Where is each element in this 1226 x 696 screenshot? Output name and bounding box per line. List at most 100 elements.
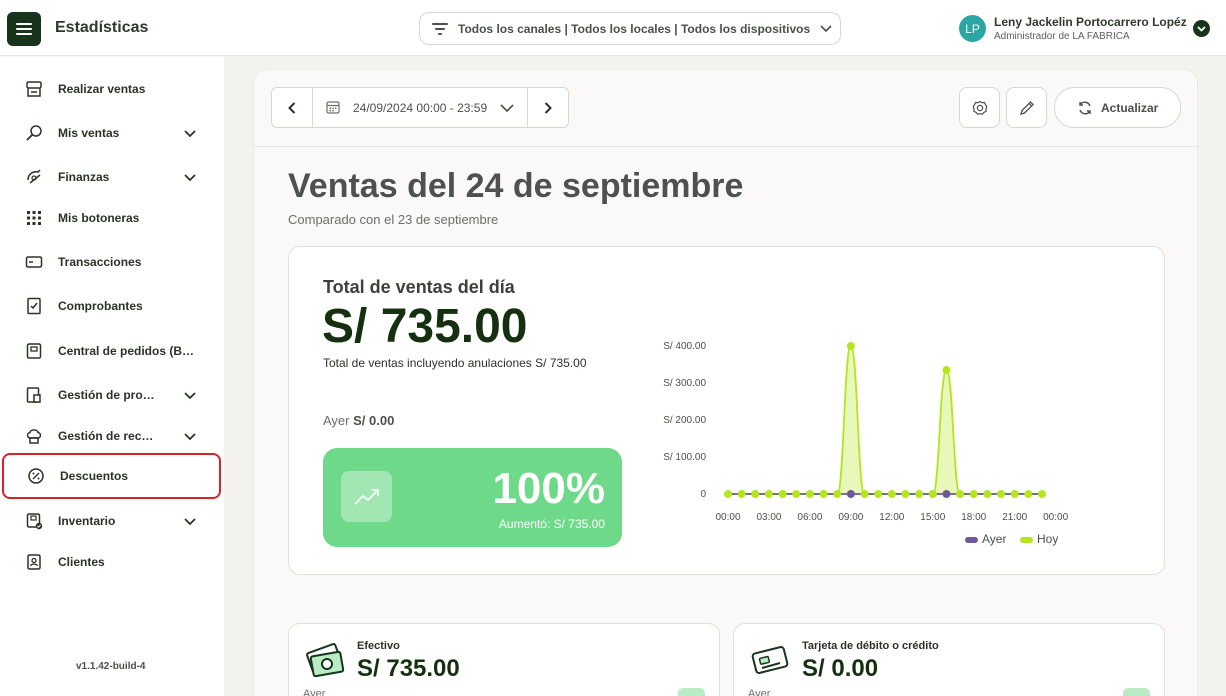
refresh-label: Actualizar bbox=[1101, 100, 1159, 115]
data-point-hoy bbox=[751, 490, 760, 498]
sidebar-item-finanzas[interactable]: Finanzas bbox=[2, 157, 221, 197]
payment-label: Tarjeta de débito o crédito bbox=[802, 640, 939, 652]
sidebar-item-central-de-pedidos[interactable]: Central de pedidos (B… bbox=[2, 331, 221, 371]
gear-icon bbox=[972, 100, 987, 115]
orders-icon bbox=[24, 341, 44, 361]
refresh-icon bbox=[1079, 101, 1091, 114]
chevron-down-icon bbox=[820, 24, 832, 32]
sidebar-item-label: Gestión de rec… bbox=[58, 429, 154, 443]
series-line-hoy bbox=[728, 345, 1042, 495]
x-tick-label: 18:00 bbox=[961, 512, 986, 523]
sidebar-item-label: Descuentos bbox=[60, 469, 129, 483]
summary-label: Total de ventas del día bbox=[323, 277, 515, 297]
trend-up-icon bbox=[341, 471, 392, 522]
sidebar-item-label: Transacciones bbox=[58, 255, 142, 269]
page-title: Ventas del 24 de septiembre bbox=[288, 167, 744, 205]
y-tick-label: S/ 100.00 bbox=[663, 452, 706, 463]
previous-day-button[interactable] bbox=[272, 88, 313, 127]
data-point-hoy bbox=[928, 490, 937, 498]
search-sales-icon bbox=[24, 123, 44, 143]
chevron-right-icon bbox=[544, 101, 552, 114]
register-icon bbox=[24, 79, 44, 99]
sidebar-item-label: Central de pedidos (B… bbox=[58, 344, 195, 358]
filter-icon bbox=[432, 22, 448, 35]
sidebar-item-label: Inventario bbox=[58, 514, 116, 528]
change-card: 100% Aumentó: S/ 735.00 bbox=[323, 448, 622, 547]
payment-value: S/ 0.00 bbox=[802, 655, 879, 682]
hourly-sales-chart: 0 S/ 100.00 S/ 200.00 S/ 300.00 S/ 400.00 00:… bbox=[663, 341, 1068, 546]
inventory-icon bbox=[24, 511, 44, 531]
x-tick-label: 21:00 bbox=[1002, 512, 1027, 523]
hamburger-icon bbox=[16, 23, 32, 35]
sidebar-item-gestion-recetas[interactable]: Gestión de rec… bbox=[2, 416, 221, 456]
sidebar-item-gestion-productos[interactable]: Gestión de pro… bbox=[2, 375, 221, 415]
data-point-hoy bbox=[860, 490, 869, 498]
sidebar-item-mis-ventas[interactable]: Mis ventas bbox=[2, 113, 221, 153]
user-name: Leny Jackelin Portocarrero Lopéz bbox=[994, 15, 1187, 29]
date-range-picker[interactable]: 24/09/2024 00:00 - 23:59 bbox=[353, 101, 487, 115]
change-amount: Aumentó: S/ 735.00 bbox=[498, 517, 605, 531]
sidebar-item-label: Clientes bbox=[58, 555, 105, 569]
change-percent: 100% bbox=[492, 464, 605, 513]
settings-button[interactable] bbox=[959, 87, 1000, 128]
yesterday-total: Ayer S/ 0.00 bbox=[323, 413, 394, 428]
data-point-hoy bbox=[764, 490, 773, 498]
x-tick-label: 15:00 bbox=[920, 512, 945, 523]
chevron-down-icon bbox=[500, 104, 514, 113]
legend-label-hoy: Hoy bbox=[1037, 532, 1058, 546]
app-title: Estadísticas bbox=[55, 19, 149, 36]
grid-icon bbox=[24, 208, 44, 228]
data-point-hoy bbox=[969, 490, 978, 498]
sidebar-item-realizar-ventas[interactable]: Realizar ventas bbox=[2, 69, 221, 109]
sidebar-item-label: Comprobantes bbox=[58, 299, 143, 313]
data-point-ayer bbox=[942, 490, 951, 498]
chef-icon bbox=[24, 426, 44, 446]
payment-card-credit: Tarjeta de débito o crédito S/ 0.00 Ayer bbox=[733, 623, 1165, 696]
clients-icon bbox=[24, 552, 44, 572]
sidebar-item-inventario[interactable]: Inventario bbox=[2, 501, 221, 541]
finance-icon bbox=[24, 167, 44, 187]
x-tick-label: 06:00 bbox=[797, 512, 822, 523]
data-point-hoy bbox=[887, 490, 896, 498]
x-tick-label: 00:00 bbox=[715, 512, 740, 523]
menu-button[interactable] bbox=[7, 12, 41, 46]
discount-icon bbox=[26, 466, 46, 486]
payment-yesterday: Ayer bbox=[303, 688, 326, 696]
sales-summary-card: Total de ventas del día S/ 735.00 Total … bbox=[288, 246, 1165, 575]
page-subtitle: Comparado con el 23 de septiembre bbox=[288, 212, 499, 227]
data-point-hoy bbox=[915, 490, 924, 498]
change-badge bbox=[1123, 688, 1150, 696]
data-point-hoy bbox=[792, 490, 801, 498]
y-tick-label: S/ 400.00 bbox=[663, 341, 706, 352]
user-menu-toggle[interactable] bbox=[1193, 20, 1210, 37]
data-point-hoy bbox=[724, 490, 732, 498]
payment-value: S/ 735.00 bbox=[357, 655, 460, 682]
yesterday-prefix: Ayer bbox=[323, 413, 350, 428]
sidebar-item-descuentos[interactable]: Descuentos bbox=[2, 453, 221, 499]
chevron-down-icon bbox=[184, 433, 196, 441]
next-day-button[interactable] bbox=[527, 88, 568, 127]
legend-swatch-ayer bbox=[965, 537, 978, 543]
data-point-hoy bbox=[997, 490, 1006, 498]
legend-label-ayer: Ayer bbox=[982, 532, 1006, 546]
payment-label: Efectivo bbox=[357, 640, 400, 652]
sidebar-item-clientes[interactable]: Clientes bbox=[2, 542, 221, 582]
data-point-hoy bbox=[819, 490, 828, 498]
data-point-hoy bbox=[1010, 490, 1019, 498]
sidebar-item-transacciones[interactable]: Transacciones bbox=[2, 242, 221, 282]
data-point-hoy bbox=[942, 366, 951, 375]
refresh-button[interactable]: Actualizar bbox=[1054, 87, 1181, 128]
legend-swatch-hoy bbox=[1020, 537, 1033, 543]
chevron-down-icon bbox=[184, 174, 196, 182]
data-point-ayer bbox=[846, 490, 855, 498]
avatar[interactable]: LP bbox=[959, 15, 986, 42]
channel-filter[interactable]: Todos los canales | Todos los locales | … bbox=[419, 12, 841, 45]
sidebar-item-mis-botoneras[interactable]: Mis botoneras bbox=[2, 198, 221, 238]
summary-note: Total de ventas incluyendo anulaciones S… bbox=[323, 356, 587, 370]
main-panel: 24/09/2024 00:00 - 23:59 Actualizar Vent… bbox=[253, 69, 1199, 696]
data-point-hoy bbox=[1038, 490, 1046, 498]
sidebar-item-comprobantes[interactable]: Comprobantes bbox=[2, 286, 221, 326]
chevron-down-icon bbox=[184, 392, 196, 400]
edit-button[interactable] bbox=[1006, 87, 1047, 128]
top-bar: Estadísticas Todos los canales | Todos l… bbox=[0, 0, 1226, 56]
